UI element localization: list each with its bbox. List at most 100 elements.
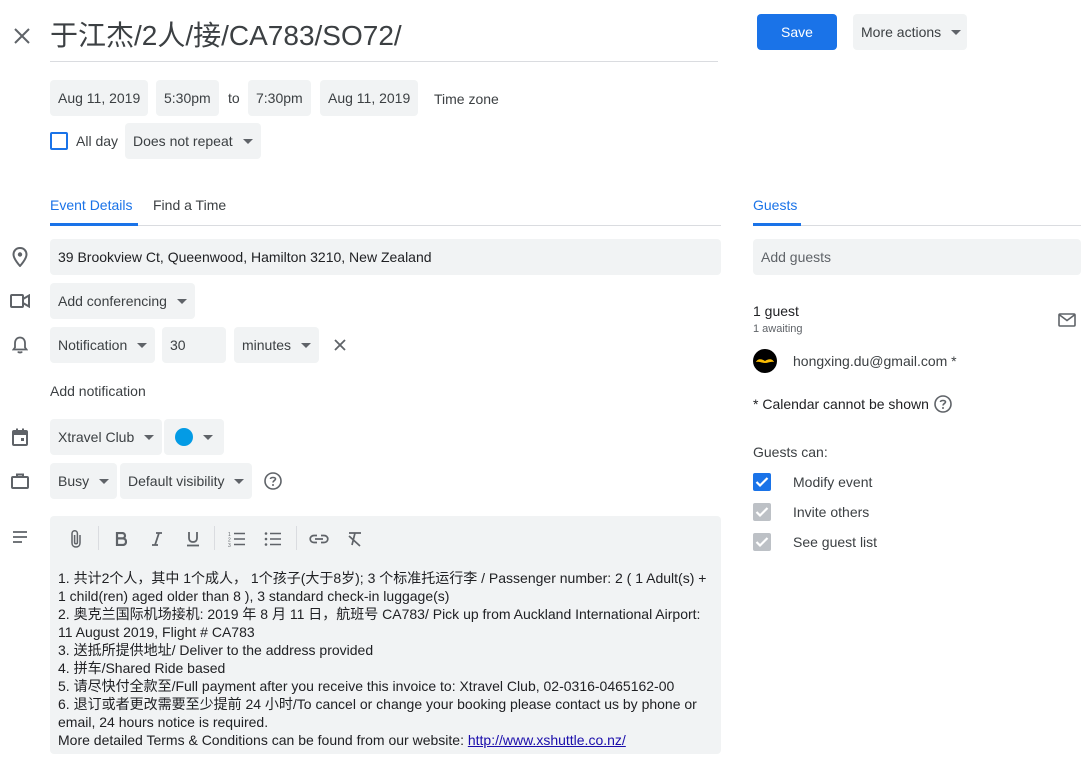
event-title-input[interactable]: 于江杰/2人/接/CA783/SO72/ bbox=[50, 14, 718, 62]
tab-event-details[interactable]: Event Details bbox=[50, 197, 132, 213]
see-guest-list-checkbox[interactable] bbox=[753, 533, 771, 551]
description-line: 1 child(ren) aged older than 8 ), 3 stan… bbox=[58, 588, 450, 604]
tab-guests[interactable]: Guests bbox=[753, 197, 797, 213]
mail-icon bbox=[1058, 313, 1076, 327]
help-icon bbox=[264, 472, 282, 490]
add-conferencing-dropdown[interactable]: Add conferencing bbox=[50, 283, 195, 319]
description-line: email, 24 hours notice is required. bbox=[58, 714, 269, 730]
visibility-help-button[interactable] bbox=[263, 471, 283, 491]
to-label: to bbox=[228, 90, 240, 106]
guests-tab-indicator bbox=[753, 223, 801, 226]
invite-others-label: Invite others bbox=[793, 504, 870, 520]
chevron-down-icon bbox=[234, 478, 245, 484]
end-date-chip[interactable]: Aug 11, 2019 bbox=[320, 80, 419, 116]
end-time-chip[interactable]: 7:30pm bbox=[248, 80, 311, 116]
description-line: 1. 共计2个人，其中 1个成人， 1个孩子(大于8岁); 3 个标准托运行李 … bbox=[58, 570, 707, 586]
bulleted-list-button[interactable] bbox=[262, 528, 284, 550]
calendar-note: * Calendar cannot be shown bbox=[753, 395, 952, 413]
description-text: 1. 共计2个人，其中 1个成人， 1个孩子(大于8岁); 3 个标准托运行李 … bbox=[58, 569, 714, 749]
guest-row[interactable]: hongxing.du@gmail.com * bbox=[753, 349, 1053, 373]
availability-dropdown[interactable]: Busy bbox=[50, 463, 118, 499]
color-dropdown[interactable] bbox=[164, 419, 224, 455]
terms-link[interactable]: http://www.xshuttle.co.nz/ bbox=[468, 732, 626, 748]
conferencing-label: Add conferencing bbox=[58, 293, 167, 309]
chevron-down-icon bbox=[951, 29, 962, 35]
notification-unit-value: minutes bbox=[242, 337, 292, 353]
close-icon bbox=[334, 339, 346, 351]
add-notification-link[interactable]: Add notification bbox=[50, 383, 146, 399]
invite-others-checkbox[interactable] bbox=[753, 503, 771, 521]
link-button[interactable] bbox=[308, 528, 330, 550]
visibility-value: Default visibility bbox=[128, 473, 225, 489]
calendar-icon bbox=[10, 427, 30, 447]
description-line: 4. 拼车/Shared Ride based bbox=[58, 660, 226, 676]
bold-button[interactable] bbox=[110, 528, 132, 550]
clear-format-button[interactable] bbox=[344, 528, 366, 550]
toolbar-separator bbox=[214, 526, 215, 550]
calendar-color-dot bbox=[175, 428, 193, 446]
close-button[interactable] bbox=[10, 24, 34, 48]
checkmark-icon bbox=[755, 537, 769, 548]
tabs-divider bbox=[50, 225, 721, 226]
add-guests-placeholder: Add guests bbox=[761, 249, 832, 265]
notification-type-value: Notification bbox=[58, 337, 128, 353]
timezone-link[interactable]: Time zone bbox=[434, 91, 499, 107]
italic-button[interactable] bbox=[146, 528, 168, 550]
description-icon bbox=[10, 527, 30, 547]
terms-line: More detailed Terms & Conditions can be … bbox=[58, 731, 714, 749]
mustache-icon bbox=[756, 359, 774, 363]
email-guests-button[interactable] bbox=[1056, 310, 1078, 330]
start-time-chip[interactable]: 5:30pm bbox=[156, 80, 219, 116]
start-date-chip[interactable]: Aug 11, 2019 bbox=[50, 80, 149, 116]
italic-icon bbox=[152, 532, 162, 546]
checkmark-icon bbox=[755, 477, 769, 488]
numbered-list-button[interactable]: 123 bbox=[226, 528, 248, 550]
save-button[interactable]: Save bbox=[757, 14, 837, 50]
attach-button[interactable] bbox=[65, 528, 87, 550]
calendar-dropdown[interactable]: Xtravel Club bbox=[50, 419, 163, 455]
more-actions-button[interactable]: More actions bbox=[853, 14, 967, 50]
guests-can-label: Guests can: bbox=[753, 444, 828, 460]
tab-find-a-time[interactable]: Find a Time bbox=[153, 197, 226, 213]
underline-button[interactable] bbox=[182, 528, 204, 550]
attach-icon bbox=[71, 530, 81, 548]
briefcase-icon bbox=[10, 471, 30, 491]
bold-icon bbox=[115, 532, 127, 546]
see-guest-list-label: See guest list bbox=[793, 534, 878, 550]
video-icon bbox=[10, 291, 30, 311]
calendar-name: Xtravel Club bbox=[58, 429, 135, 445]
help-icon[interactable] bbox=[934, 395, 952, 413]
checkmark-icon bbox=[755, 507, 769, 518]
close-icon bbox=[14, 28, 30, 44]
clear-format-icon bbox=[348, 532, 361, 547]
add-guests-input[interactable]: Add guests bbox=[753, 239, 1081, 275]
chevron-down-icon bbox=[99, 478, 110, 484]
modify-event-checkbox[interactable] bbox=[753, 473, 771, 491]
end-date-label: Aug 11, 2019 bbox=[328, 90, 411, 106]
tab-active-indicator bbox=[50, 223, 138, 226]
underline-icon bbox=[187, 532, 199, 547]
description-line: 3. 送抵所提供地址/ Deliver to the address provi… bbox=[58, 642, 374, 658]
link-icon bbox=[309, 534, 329, 544]
notification-unit-dropdown[interactable]: minutes bbox=[234, 327, 320, 363]
location-value: 39 Brookview Ct, Queenwood, Hamilton 321… bbox=[58, 249, 432, 265]
location-input[interactable]: 39 Brookview Ct, Queenwood, Hamilton 321… bbox=[50, 239, 721, 275]
availability-value: Busy bbox=[58, 473, 90, 489]
remove-notification-button[interactable] bbox=[330, 335, 350, 355]
chevron-down-icon bbox=[301, 342, 312, 348]
notification-type-dropdown[interactable]: Notification bbox=[50, 327, 156, 363]
bell-icon bbox=[10, 335, 30, 355]
repeat-dropdown[interactable]: Does not repeat bbox=[125, 123, 261, 159]
guest-email: hongxing.du@gmail.com * bbox=[793, 353, 957, 369]
modify-event-label: Modify event bbox=[793, 474, 873, 490]
event-title-text: 于江杰/2人/接/CA783/SO72/ bbox=[50, 20, 402, 51]
guest-count: 1 guest bbox=[753, 303, 799, 319]
all-day-checkbox[interactable] bbox=[50, 132, 68, 150]
visibility-dropdown[interactable]: Default visibility bbox=[120, 463, 253, 499]
save-button-label: Save bbox=[781, 24, 813, 40]
more-actions-label: More actions bbox=[861, 24, 942, 40]
guests-tab-divider bbox=[753, 225, 1081, 226]
svg-text:3: 3 bbox=[228, 543, 231, 547]
notification-value-input[interactable]: 30 bbox=[162, 327, 226, 363]
terms-prefix: More detailed Terms & Conditions can be … bbox=[58, 732, 468, 748]
